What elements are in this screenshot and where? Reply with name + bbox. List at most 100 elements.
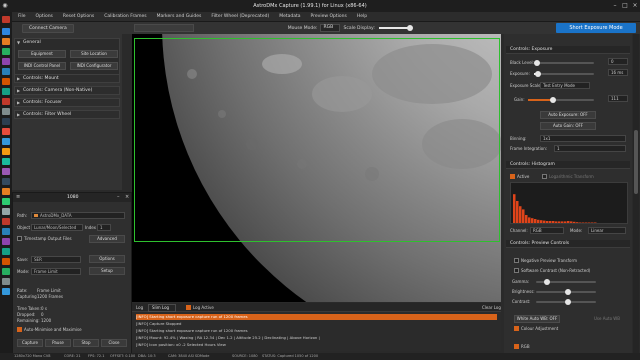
editor-icon[interactable]: [2, 58, 10, 65]
chat-icon[interactable]: [2, 168, 10, 175]
mail-icon[interactable]: [2, 228, 10, 235]
media-icon[interactable]: [2, 98, 10, 105]
log-tab[interactable]: Log: [136, 305, 143, 310]
close-icon[interactable]: ×: [630, 2, 640, 10]
software-icon[interactable]: [2, 268, 10, 275]
equipment-button[interactable]: Equipment: [18, 50, 66, 58]
gamma-slider[interactable]: [536, 279, 596, 285]
menu-markers-guides[interactable]: Markers and Guides: [153, 14, 206, 19]
browser-icon[interactable]: [2, 28, 10, 35]
logarithmic-checkbox[interactable]: [542, 174, 547, 179]
right-panel-scrollbar[interactable]: [633, 34, 639, 353]
network-icon[interactable]: [2, 158, 10, 165]
log-filter-select[interactable]: Slim Log: [148, 304, 176, 312]
save-format-select[interactable]: SER: [31, 256, 81, 263]
planetarium-icon[interactable]: [2, 88, 10, 95]
controls-camera-section[interactable]: ▶ Controls: Camera (Non-Native): [14, 86, 120, 95]
mouse-mode-select[interactable]: RGB: [319, 24, 340, 32]
black-level-value[interactable]: 0: [608, 58, 628, 65]
trash-icon[interactable]: [2, 278, 10, 285]
object-field[interactable]: Lunar/Moon/Selected: [31, 224, 83, 231]
menu-file[interactable]: File: [14, 14, 30, 19]
indi-control-panel-button[interactable]: INDI Control Panel: [18, 62, 66, 70]
log-active-checkbox[interactable]: [186, 305, 191, 310]
calendar-icon[interactable]: [2, 188, 10, 195]
launcher-icon[interactable]: [2, 16, 10, 23]
preview-controls-header[interactable]: Controls: Preview Controls: [506, 240, 630, 248]
image-viewer-icon[interactable]: [2, 78, 10, 85]
recorder-icon[interactable]: [2, 218, 10, 225]
process-icon[interactable]: [2, 138, 10, 145]
settings-icon[interactable]: [2, 68, 10, 75]
minimize-icon[interactable]: –: [117, 194, 120, 200]
maximize-icon[interactable]: □: [620, 2, 630, 10]
files-icon[interactable]: [2, 38, 10, 45]
calculator-icon[interactable]: [2, 248, 10, 255]
advanced-button[interactable]: Advanced: [89, 235, 125, 243]
menu-options[interactable]: Options: [32, 14, 57, 19]
gain-slider[interactable]: [528, 97, 594, 103]
controls-focuser-section[interactable]: ▶ Controls: Focuser: [14, 98, 120, 107]
menu-icon[interactable]: ≡: [16, 194, 20, 200]
binning-select[interactable]: 1x1: [540, 135, 626, 142]
downloads-icon[interactable]: [2, 258, 10, 265]
clear-log-button[interactable]: Clear Log: [482, 305, 501, 310]
stop-button[interactable]: Stop: [73, 339, 99, 347]
auto-minimise-checkbox[interactable]: [17, 327, 22, 332]
contrast-slider[interactable]: [536, 299, 596, 305]
notes-icon[interactable]: [2, 148, 10, 155]
colour-adjustment-checkbox[interactable]: [514, 326, 519, 331]
index-field[interactable]: 1: [97, 224, 111, 231]
capture-icon[interactable]: [2, 118, 10, 125]
histogram-active-checkbox[interactable]: [510, 174, 515, 179]
menu-preview-options[interactable]: Preview Options: [307, 14, 351, 19]
stack-icon[interactable]: [2, 128, 10, 135]
menu-reset-options[interactable]: Reset Options: [59, 14, 98, 19]
histogram-header[interactable]: Controls: Histogram: [506, 161, 630, 169]
frame-integration-select[interactable]: 1: [554, 145, 626, 152]
auto-gain-button[interactable]: Auto Gain: OFF: [540, 122, 596, 130]
brightness-slider[interactable]: [536, 289, 596, 295]
apps-grid-icon[interactable]: [2, 288, 10, 295]
indi-configurator-button[interactable]: INDI Configurator: [70, 62, 118, 70]
site-location-button[interactable]: Site Location: [70, 50, 118, 58]
gain-value[interactable]: 111: [608, 95, 628, 102]
pause-button[interactable]: Pause: [45, 339, 71, 347]
mode-select[interactable]: Frame Limit: [31, 268, 81, 275]
capture-button[interactable]: Capture: [17, 339, 43, 347]
graphics-icon[interactable]: [2, 238, 10, 245]
minimize-icon[interactable]: –: [610, 2, 620, 10]
menu-filter-wheel[interactable]: Filter Wheel (Deprecated): [207, 14, 273, 19]
controls-mount-section[interactable]: ▶ Controls: Mount: [14, 74, 120, 83]
auto-exposure-button[interactable]: Auto Exposure: OFF: [540, 111, 596, 119]
rgb-checkbox[interactable]: [514, 344, 519, 349]
channel-select[interactable]: RGB: [530, 227, 564, 234]
software-contrast-checkbox[interactable]: [514, 268, 519, 273]
menu-metadata[interactable]: Metadata: [275, 14, 304, 19]
short-exposure-mode-button[interactable]: Short Exposure Mode: [556, 23, 636, 33]
menu-calibration-frames[interactable]: Calibration Frames: [100, 14, 150, 19]
spreadsheet-icon[interactable]: [2, 198, 10, 205]
monitor-icon[interactable]: [2, 108, 10, 115]
black-level-slider[interactable]: [534, 60, 594, 66]
terminal-icon[interactable]: [2, 48, 10, 55]
options-button[interactable]: Options: [89, 255, 125, 263]
path-field[interactable]: AstroDMx_DATA: [31, 212, 125, 219]
negative-preview-checkbox[interactable]: [514, 258, 519, 263]
exposure-scale-select[interactable]: Test Entry Mode: [540, 82, 590, 89]
exposure-value[interactable]: 16 ms: [608, 69, 628, 76]
close-icon[interactable]: ×: [125, 194, 129, 200]
camera-select[interactable]: [133, 24, 194, 32]
collapse-triangle-icon[interactable]: ▼: [17, 39, 20, 46]
white-balance-button[interactable]: White Auto WB: OFF: [514, 315, 560, 323]
timestamp-checkbox[interactable]: [17, 236, 22, 241]
scale-display-slider[interactable]: [378, 25, 413, 31]
archive-icon[interactable]: [2, 178, 10, 185]
scrollbar-thumb[interactable]: [634, 130, 638, 194]
setup-button[interactable]: Setup: [89, 267, 125, 275]
exposure-slider[interactable]: [534, 71, 594, 77]
histogram-mode-select[interactable]: Linear: [588, 227, 626, 234]
menu-help[interactable]: Help: [353, 14, 371, 19]
close-button[interactable]: Close: [101, 339, 127, 347]
controls-filter-wheel-section[interactable]: ▶ Controls: Filter Wheel: [14, 110, 120, 119]
